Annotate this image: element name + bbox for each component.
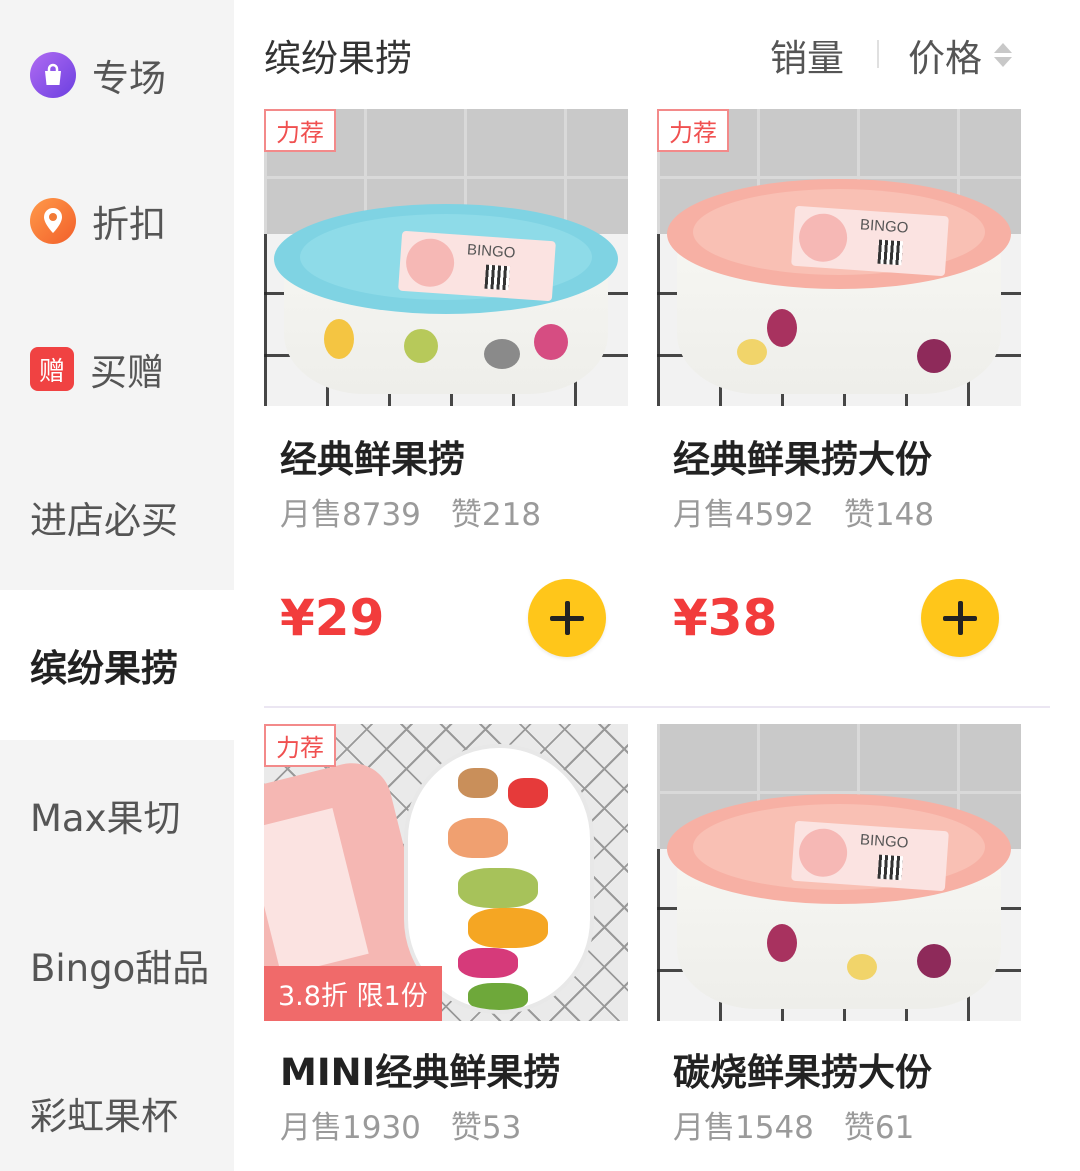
category-title: 缤纷果捞 bbox=[264, 37, 412, 80]
sidebar-item-maizeng[interactable]: 赠 买赠 bbox=[0, 294, 234, 444]
like-count: 赞61 bbox=[843, 1110, 915, 1146]
add-to-cart-button[interactable] bbox=[921, 579, 999, 657]
like-count: 赞148 bbox=[843, 497, 935, 533]
category-sidebar: 专场 折扣 赠 买赠 进店必买 缤纷果捞 Max果切 Bingo甜品 彩虹果杯 bbox=[0, 0, 234, 1171]
sidebar-item-label: Bingo甜品 bbox=[30, 947, 210, 990]
sidebar-item-zhuanchang[interactable]: 专场 bbox=[0, 0, 234, 150]
sidebar-item-label: 买赠 bbox=[90, 351, 164, 394]
location-pin-icon bbox=[30, 198, 76, 244]
sidebar-item-label: 进店必买 bbox=[30, 499, 178, 542]
monthly-sales: 月售1548 bbox=[673, 1110, 814, 1146]
product-image[interactable]: BINGO 力荐 bbox=[657, 109, 1021, 406]
product-image[interactable]: BINGO bbox=[657, 724, 1021, 1021]
sidebar-item-bingo-dessert[interactable]: Bingo甜品 bbox=[0, 890, 234, 1040]
monthly-sales: 月售1930 bbox=[280, 1110, 421, 1146]
product-card[interactable]: BINGO 力荐 经典鲜果捞 月售8739 赞218 ¥29 bbox=[264, 109, 628, 699]
gift-badge-icon: 赠 bbox=[30, 347, 74, 391]
sort-arrows-icon bbox=[994, 43, 1012, 67]
sidebar-item-rainbow-cup[interactable]: 彩虹果杯 bbox=[0, 1038, 234, 1171]
sidebar-item-fruit-salad[interactable]: 缤纷果捞 bbox=[0, 590, 234, 740]
product-image[interactable]: BINGO 力荐 bbox=[264, 109, 628, 406]
like-count: 赞53 bbox=[450, 1110, 522, 1146]
add-to-cart-button[interactable] bbox=[528, 579, 606, 657]
product-card[interactable]: BINGO 碳烧鲜果捞大份 月售1548 赞61 bbox=[657, 724, 1021, 1171]
sidebar-item-label: 专场 bbox=[92, 57, 166, 100]
sidebar-item-max-fruit-cut[interactable]: Max果切 bbox=[0, 740, 234, 890]
discount-badge: 3.8折 限1份 bbox=[264, 966, 442, 1021]
sidebar-item-must-buy[interactable]: 进店必买 bbox=[0, 442, 234, 592]
sort-divider bbox=[877, 40, 879, 68]
sidebar-item-label: 缤纷果捞 bbox=[30, 647, 178, 690]
product-name: 经典鲜果捞 bbox=[280, 438, 465, 481]
product-stats: 月售1548 赞61 bbox=[673, 1102, 914, 1147]
product-price: ¥29 bbox=[280, 589, 385, 647]
recommend-tag: 力荐 bbox=[264, 109, 336, 152]
product-name: 碳烧鲜果捞大份 bbox=[673, 1051, 932, 1094]
product-price: ¥38 bbox=[673, 589, 778, 647]
product-name: 经典鲜果捞大份 bbox=[673, 438, 932, 481]
product-card[interactable]: BINGO 力荐 经典鲜果捞大份 月售4592 赞148 ¥38 bbox=[657, 109, 1021, 699]
recommend-tag: 力荐 bbox=[264, 724, 336, 767]
sort-by-price-button[interactable]: 价格 bbox=[908, 28, 1012, 82]
monthly-sales: 月售4592 bbox=[673, 497, 814, 533]
shopping-bag-icon bbox=[30, 52, 76, 98]
product-stats: 月售8739 赞218 bbox=[280, 489, 541, 534]
product-image[interactable]: 力荐 3.8折 限1份 bbox=[264, 724, 628, 1021]
sidebar-item-label: 折扣 bbox=[92, 203, 166, 246]
like-count: 赞218 bbox=[450, 497, 542, 533]
product-stats: 月售1930 赞53 bbox=[280, 1102, 521, 1147]
monthly-sales: 月售8739 bbox=[280, 497, 421, 533]
sort-by-sales-button[interactable]: 销量 bbox=[770, 28, 844, 82]
sidebar-item-zhekou[interactable]: 折扣 bbox=[0, 146, 234, 296]
row-divider bbox=[264, 706, 1050, 708]
product-name: MINI经典鲜果捞 bbox=[280, 1051, 561, 1094]
sort-price-label: 价格 bbox=[908, 37, 982, 80]
recommend-tag: 力荐 bbox=[657, 109, 729, 152]
product-card[interactable]: 力荐 3.8折 限1份 MINI经典鲜果捞 月售1930 赞53 bbox=[264, 724, 628, 1171]
sidebar-item-label: Max果切 bbox=[30, 797, 181, 840]
sidebar-item-label: 彩虹果杯 bbox=[30, 1095, 178, 1138]
product-stats: 月售4592 赞148 bbox=[673, 489, 934, 534]
